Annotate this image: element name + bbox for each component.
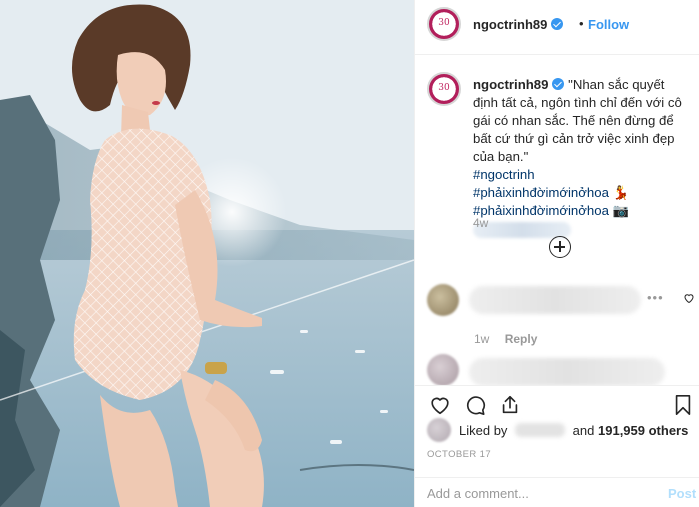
share-icon[interactable] bbox=[499, 394, 521, 416]
comment-avatar[interactable] bbox=[427, 284, 459, 316]
bookmark-icon[interactable] bbox=[673, 394, 693, 416]
caption-verified-badge-icon bbox=[552, 78, 565, 90]
avatar[interactable]: 30 bbox=[427, 7, 461, 41]
username-text: ngoctrinh89 bbox=[473, 17, 548, 32]
post-photo-image bbox=[0, 0, 414, 507]
hashtag-link[interactable]: #phảixinhđờimớinởhoa 📷 bbox=[473, 202, 688, 220]
comment-item bbox=[427, 354, 692, 386]
likes-prefix: Liked by bbox=[459, 423, 508, 438]
comment-avatar[interactable] bbox=[427, 354, 459, 386]
likes-summary: Liked by and 191,959 others bbox=[427, 418, 692, 446]
blurred-comment-text bbox=[469, 286, 641, 314]
blurred-comment-text bbox=[469, 358, 665, 386]
comment-time[interactable]: 1w bbox=[474, 332, 489, 346]
post-date[interactable]: OCTOBER 17 bbox=[427, 449, 491, 460]
post-header: 30 ngoctrinh89 • Follow bbox=[415, 0, 699, 55]
comment-input[interactable] bbox=[427, 486, 637, 501]
hashtag-link[interactable]: #phảixinhđờimớinởhoa 💃 bbox=[473, 184, 688, 202]
post-button[interactable]: Post bbox=[668, 486, 696, 501]
comment-item: ••• 1w Reply bbox=[427, 284, 695, 346]
caption-area: 30 ngoctrinh89 "Nhan sắc quyết định tất … bbox=[415, 56, 699, 278]
post-details-panel: 30 ngoctrinh89 • Follow 30 ngoctrinh89 "… bbox=[414, 0, 699, 507]
likes-and: and bbox=[572, 423, 595, 438]
follow-button[interactable]: Follow bbox=[588, 17, 629, 32]
likes-text: Liked by and 191,959 others bbox=[459, 423, 688, 438]
more-options-icon[interactable]: ••• bbox=[647, 290, 664, 305]
blurred-liker-name[interactable] bbox=[515, 423, 566, 437]
add-comment-bar: Post bbox=[415, 477, 699, 507]
post-photo[interactable] bbox=[0, 0, 414, 507]
comment-meta: 1w Reply bbox=[474, 332, 549, 346]
caption-username[interactable]: ngoctrinh89 bbox=[473, 77, 548, 92]
comment-like-heart-icon[interactable] bbox=[683, 292, 695, 304]
caption-avatar[interactable]: 30 bbox=[427, 72, 461, 106]
load-more-comments-icon[interactable] bbox=[549, 236, 571, 258]
likes-count[interactable]: 191,959 others bbox=[598, 423, 688, 438]
separator-dot: • bbox=[579, 16, 584, 31]
verified-badge-icon bbox=[551, 18, 564, 30]
reply-button[interactable]: Reply bbox=[505, 332, 538, 346]
caption-text: ngoctrinh89 "Nhan sắc quyết định tất cả,… bbox=[473, 76, 688, 238]
liker-avatar[interactable] bbox=[427, 418, 451, 442]
comment-icon[interactable] bbox=[464, 394, 486, 416]
caption-avatar-label: 30 bbox=[438, 83, 450, 93]
caption-timestamp[interactable]: 4w bbox=[473, 216, 488, 230]
avatar-label: 30 bbox=[438, 18, 450, 28]
hashtag-link[interactable]: #ngoctrinh bbox=[473, 166, 688, 184]
username-link[interactable]: ngoctrinh89 bbox=[473, 17, 564, 32]
heart-icon[interactable] bbox=[429, 394, 451, 416]
